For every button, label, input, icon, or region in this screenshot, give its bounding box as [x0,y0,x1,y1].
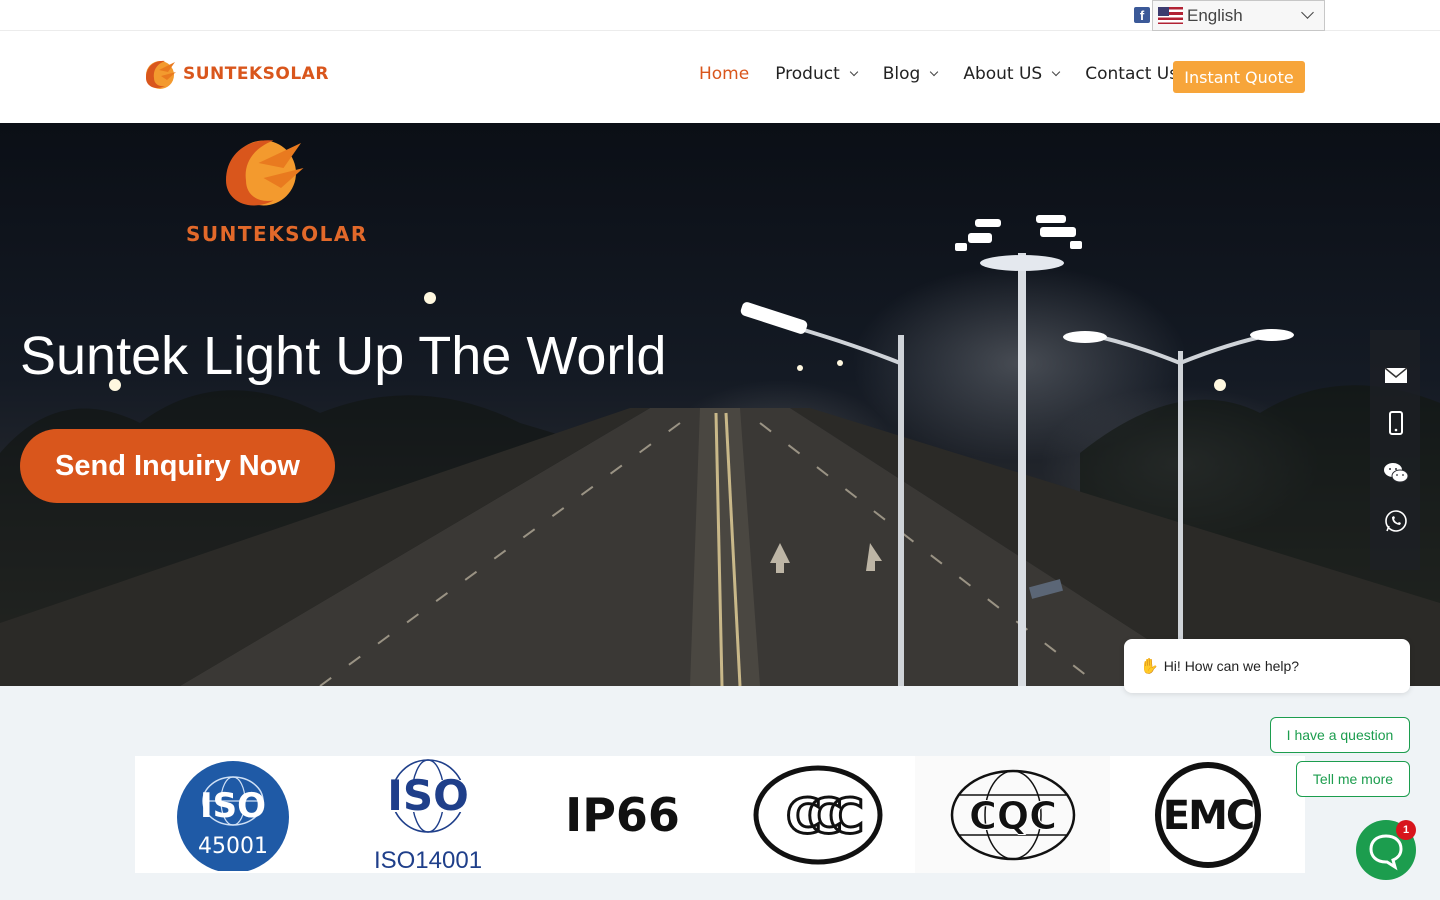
cert-cqc: CQC [915,756,1110,873]
site-logo[interactable]: SUNTEKSOLAR [141,56,329,92]
nav-about[interactable]: About US [963,64,1061,84]
nav-about-label: About US [963,64,1043,84]
ccc-badge: CCC [753,765,882,864]
nav-home-label: Home [699,64,750,84]
sun-logo-icon [226,140,304,206]
iso-14001-badge: ISO ISO14001 [373,759,482,873]
iso-45001-badge: ISO 45001 [176,760,289,871]
top-bar: f English [0,0,1440,31]
nav-product-label: Product [775,64,840,84]
svg-text:45001: 45001 [198,834,268,859]
svg-text:ISO14001: ISO14001 [373,847,481,873]
main-nav: Home Product Blog About US Contact Us [699,64,1204,84]
nav-blog[interactable]: Blog [882,64,939,84]
hero-logo-text: SUNTEKSOLAR [186,222,368,246]
svg-text:ISO: ISO [387,771,469,820]
chevron-down-icon [1301,6,1314,19]
svg-text:EMC: EMC [1162,793,1252,839]
nav-contact[interactable]: Contact Us [1085,64,1178,84]
cert-iso45001: ISO 45001 [135,756,330,873]
cert-iso14001: ISO ISO14001 [330,756,525,873]
side-contact-bar [1370,330,1420,570]
language-select[interactable]: English [1152,0,1325,31]
chat-unread-badge: 1 [1396,820,1416,840]
language-label: English [1187,5,1243,25]
hero-banner: SUNTEKSOLAR Suntek Light Up The World Se… [0,123,1440,686]
instant-quote-button[interactable]: Instant Quote [1173,61,1305,93]
cert-emc: EMC [1110,756,1305,873]
chevron-down-icon [930,67,939,77]
cert-ccc: CCC [720,756,915,873]
chat-option-question[interactable]: I have a question [1270,717,1410,753]
cqc-badge: CQC [950,769,1075,860]
whatsapp-icon[interactable] [1383,508,1409,534]
sun-logo-icon [146,60,176,89]
cert-ip66: IP66 [525,756,720,873]
waving-hand-icon: ✋ [1140,658,1159,675]
nav-product[interactable]: Product [775,64,858,84]
chat-greeting-text: Hi! How can we help? [1163,658,1300,674]
nav-contact-label: Contact Us [1085,64,1179,84]
phone-icon[interactable] [1383,410,1409,436]
chat-greeting-bubble[interactable]: ✋ Hi! How can we help? [1124,639,1410,693]
svg-text:ISO: ISO [199,786,265,826]
site-header: SUNTEKSOLAR Home Product Blog About US C… [0,31,1440,123]
logo-text: SUNTEKSOLAR [183,64,329,84]
certification-strip: ISO 45001 ISO ISO14001 IP66 CCC CQC EMC [135,756,1305,873]
svg-text:CQC: CQC [968,794,1056,838]
chat-option-tell-more[interactable]: Tell me more [1296,761,1410,797]
hero-logo: SUNTEKSOLAR [186,133,368,246]
hero-title: Suntek Light Up The World [20,326,667,386]
nav-blog-label: Blog [882,64,921,84]
email-icon[interactable] [1383,362,1409,388]
emc-badge: EMC [1154,761,1261,868]
send-inquiry-button[interactable]: Send Inquiry Now [20,429,335,503]
facebook-icon[interactable]: f [1134,7,1150,23]
svg-text:CCC: CCC [786,789,861,845]
chevron-down-icon [849,67,858,77]
nav-home[interactable]: Home [699,64,749,84]
ip66-label: IP66 [565,787,680,842]
chevron-down-icon [1051,67,1061,77]
wechat-icon[interactable] [1383,460,1409,486]
us-flag-icon [1158,7,1183,24]
